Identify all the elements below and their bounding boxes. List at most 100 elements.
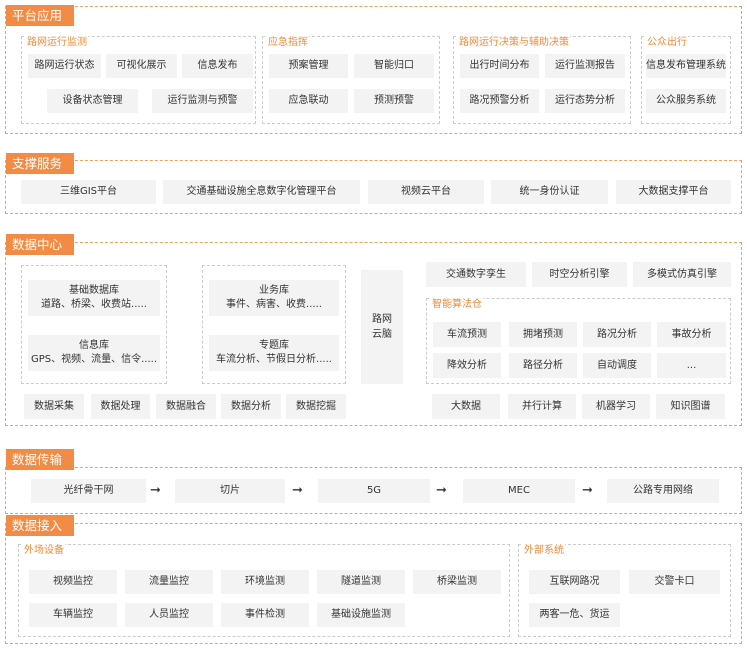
db-name: 业务库 xyxy=(259,285,289,296)
basic-database[interactable]: 基础数据库 道路、桥梁、收费站..... xyxy=(28,280,160,316)
dc-top-item[interactable]: 交通数字孪生 xyxy=(426,262,526,287)
group-title: 路网运行监测 xyxy=(26,36,88,50)
app-item[interactable]: 应急联动 xyxy=(269,89,348,113)
field-item[interactable]: 流量监控 xyxy=(125,570,213,594)
field-item[interactable]: 隧道监测 xyxy=(317,570,405,594)
transmission-item[interactable]: 切片 xyxy=(175,479,285,503)
app-item[interactable]: 路网运行状态 xyxy=(28,54,101,78)
field-item[interactable]: 环境监测 xyxy=(221,570,309,594)
section-title-datacenter: 数据中心 xyxy=(6,234,74,255)
process-item[interactable]: 数据分析 xyxy=(221,394,281,419)
field-item[interactable]: 桥梁监测 xyxy=(413,570,501,594)
app-item[interactable]: 运行监测与预警 xyxy=(152,89,253,113)
transmission-item[interactable]: 光纤骨干网 xyxy=(31,479,146,503)
group-algorithm-warehouse: 智能算法仓 车流预测 拥堵预测 路况分析 事故分析 降效分析 路径分析 自动调度… xyxy=(426,298,731,384)
support-item[interactable]: 视频云平台 xyxy=(368,180,484,204)
group-databases-left: 基础数据库 道路、桥梁、收费站..... 信息库 GPS、视频、流量、信令...… xyxy=(21,265,167,384)
db-desc: 事件、病害、收费..... xyxy=(226,299,322,310)
algo-item[interactable]: 路径分析 xyxy=(509,353,577,378)
topic-database[interactable]: 专题库 车流分析、节假日分析..... xyxy=(209,335,339,371)
group-public: 公众出行 信息发布管理系统 公众服务系统 xyxy=(641,36,731,124)
section-title-platform: 平台应用 xyxy=(6,5,74,26)
support-section: 支撑服务 三维GIS平台 交通基础设施全息数字化管理平台 视频云平台 统一身份认… xyxy=(5,153,742,214)
group-emergency: 应急指挥 预案管理 智能归口 应急联动 预测预警 xyxy=(262,36,440,124)
external-item[interactable]: 交警卡口 xyxy=(629,570,720,594)
group-decision: 路网运行决策与辅助决策 出行时间分布 运行监测报告 路况预警分析 运行态势分析 xyxy=(453,36,631,124)
group-title: 外场设备 xyxy=(23,544,65,558)
app-item[interactable]: 信息发布 xyxy=(182,54,253,78)
process-item[interactable]: 数据采集 xyxy=(24,394,84,419)
algo-item[interactable]: 自动调度 xyxy=(583,353,651,378)
arrow-right-icon: ➞ xyxy=(150,483,161,498)
arrow-right-icon: ➞ xyxy=(436,483,447,498)
group-title: 应急指挥 xyxy=(267,36,309,50)
group-external-systems: 外部系统 互联网路况 交警卡口 两客一危、货运 xyxy=(518,544,731,637)
group-road-monitor: 路网运行监测 路网运行状态 可视化展示 信息发布 设备状态管理 运行监测与预警 xyxy=(21,36,256,124)
app-item[interactable]: 预测预警 xyxy=(354,89,434,113)
tech-item[interactable]: 知识图谱 xyxy=(656,394,725,419)
support-item[interactable]: 三维GIS平台 xyxy=(21,180,156,204)
group-field-devices: 外场设备 视频监控 流量监控 环境监测 隧道监测 桥梁监测 车辆监控 人员监控 … xyxy=(18,544,510,637)
group-title: 外部系统 xyxy=(523,544,565,558)
transmission-item[interactable]: MEC xyxy=(463,479,575,503)
app-item[interactable]: 可视化展示 xyxy=(106,54,177,78)
platform-section: 平台应用 路网运行监测 路网运行状态 可视化展示 信息发布 设备状态管理 运行监… xyxy=(5,5,742,134)
algo-item[interactable]: 路况分析 xyxy=(583,322,651,347)
transmission-item[interactable]: 5G xyxy=(318,479,430,503)
section-title-access: 数据接入 xyxy=(6,515,74,536)
section-title-support: 支撑服务 xyxy=(6,153,74,174)
group-title: 路网运行决策与辅助决策 xyxy=(458,36,570,50)
db-name: 专题库 xyxy=(259,340,289,351)
process-item[interactable]: 数据融合 xyxy=(156,394,216,419)
external-item[interactable]: 两客一危、货运 xyxy=(529,603,620,627)
algo-item[interactable]: ... xyxy=(657,353,726,378)
dc-top-item[interactable]: 时空分析引擎 xyxy=(532,262,627,287)
app-item[interactable]: 运行态势分析 xyxy=(545,89,625,113)
transmission-section: 数据传输 光纤骨干网 ➞ 切片 ➞ 5G ➞ MEC ➞ 公路专用网络 xyxy=(5,449,742,514)
algo-item[interactable]: 降效分析 xyxy=(433,353,501,378)
group-title: 智能算法仓 xyxy=(431,298,483,312)
datacenter-section: 数据中心 基础数据库 道路、桥梁、收费站..... 信息库 GPS、视频、流量、… xyxy=(5,234,742,426)
group-databases-right: 业务库 事件、病害、收费..... 专题库 车流分析、节假日分析..... xyxy=(202,265,346,384)
section-title-transmission: 数据传输 xyxy=(6,449,74,470)
db-desc: 道路、桥梁、收费站..... xyxy=(41,299,147,310)
support-item[interactable]: 统一身份认证 xyxy=(491,180,608,204)
app-item[interactable]: 信息发布管理系统 xyxy=(646,54,726,78)
road-cloud-brain[interactable]: 路网云脑 xyxy=(361,270,403,384)
algo-item[interactable]: 拥堵预测 xyxy=(509,322,577,347)
app-item[interactable]: 设备状态管理 xyxy=(47,89,138,113)
external-item[interactable]: 互联网路况 xyxy=(529,570,620,594)
field-item[interactable]: 视频监控 xyxy=(29,570,117,594)
support-item[interactable]: 交通基础设施全息数字化管理平台 xyxy=(163,180,360,204)
arrow-right-icon: ➞ xyxy=(582,483,593,498)
transmission-item[interactable]: 公路专用网络 xyxy=(607,479,719,503)
field-item[interactable]: 人员监控 xyxy=(125,603,213,627)
field-item[interactable]: 基础设施监测 xyxy=(317,603,405,627)
algo-item[interactable]: 车流预测 xyxy=(433,322,501,347)
tech-item[interactable]: 大数据 xyxy=(432,394,500,419)
app-item[interactable]: 预案管理 xyxy=(269,54,348,78)
algo-item[interactable]: 事故分析 xyxy=(657,322,726,347)
field-item[interactable]: 事件检测 xyxy=(221,603,309,627)
process-item[interactable]: 数据处理 xyxy=(91,394,150,419)
app-item[interactable]: 路况预警分析 xyxy=(460,89,539,113)
dc-top-item[interactable]: 多模式仿真引擎 xyxy=(633,262,731,287)
app-item[interactable]: 运行监测报告 xyxy=(545,54,625,78)
db-desc: GPS、视频、流量、信令..... xyxy=(30,354,158,365)
app-item[interactable]: 智能归口 xyxy=(354,54,434,78)
tech-item[interactable]: 并行计算 xyxy=(508,394,576,419)
info-database[interactable]: 信息库 GPS、视频、流量、信令..... xyxy=(28,335,160,371)
support-item[interactable]: 大数据支撑平台 xyxy=(616,180,731,204)
app-item[interactable]: 出行时间分布 xyxy=(460,54,539,78)
arrow-right-icon: ➞ xyxy=(292,483,303,498)
process-item[interactable]: 数据挖掘 xyxy=(286,394,346,419)
access-section: 数据接入 外场设备 视频监控 流量监控 环境监测 隧道监测 桥梁监测 车辆监控 … xyxy=(5,515,742,644)
tech-item[interactable]: 机器学习 xyxy=(582,394,650,419)
field-item[interactable]: 车辆监控 xyxy=(29,603,117,627)
group-title: 公众出行 xyxy=(646,36,688,50)
app-item[interactable]: 公众服务系统 xyxy=(646,89,726,113)
db-name: 信息库 xyxy=(79,340,109,351)
db-name: 基础数据库 xyxy=(69,285,119,296)
db-desc: 车流分析、节假日分析..... xyxy=(216,354,332,365)
business-database[interactable]: 业务库 事件、病害、收费..... xyxy=(209,280,339,316)
